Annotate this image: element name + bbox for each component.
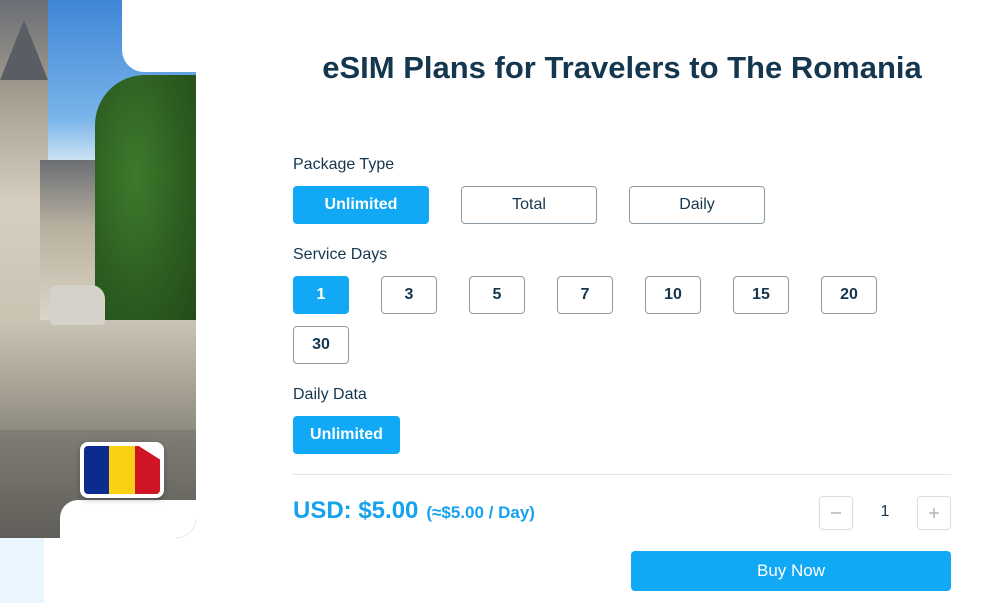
flag-stripe-blue (84, 446, 110, 494)
quantity-increase-button[interactable] (917, 496, 951, 530)
flag-stripe-yellow (109, 446, 135, 494)
flag-stripe-red (134, 446, 160, 494)
days-option-7[interactable]: 7 (557, 276, 613, 314)
days-option-15[interactable]: 15 (733, 276, 789, 314)
days-option-20[interactable]: 20 (821, 276, 877, 314)
quantity-decrease-button[interactable] (819, 496, 853, 530)
package-type-label: Package Type (293, 156, 395, 173)
price-amount: USD: $5.00 (293, 497, 419, 524)
daily-data-option-unlimited[interactable]: Unlimited (293, 416, 400, 454)
flag-stripes (84, 446, 160, 494)
plus-icon (929, 508, 939, 518)
daily-data-label: Daily Data (293, 386, 367, 403)
photo-statue (50, 285, 105, 325)
days-option-1[interactable]: 1 (293, 276, 349, 314)
days-option-10[interactable]: 10 (645, 276, 701, 314)
package-option-daily[interactable]: Daily (629, 186, 765, 224)
minus-icon (831, 512, 841, 514)
photo-trees (95, 75, 196, 325)
service-days-label: Service Days (293, 246, 388, 263)
days-option-30[interactable]: 30 (293, 326, 349, 364)
price-per-day: (≈$5.00 / Day) (426, 503, 535, 522)
buy-now-button[interactable]: Buy Now (631, 551, 951, 591)
divider (293, 474, 951, 475)
photo-notch-bottom (60, 500, 196, 538)
photo-tower-roof (0, 20, 48, 80)
photo-notch-top (122, 0, 196, 72)
days-option-5[interactable]: 5 (469, 276, 525, 314)
photo-wall (0, 320, 196, 430)
price-display: USD: $5.00 (≈$5.00 / Day) (293, 497, 535, 525)
quantity-value[interactable]: 1 (860, 503, 910, 521)
page-title: eSIM Plans for Travelers to The Romania (322, 50, 922, 85)
package-option-total[interactable]: Total (461, 186, 597, 224)
romania-flag-icon (80, 442, 164, 498)
package-option-unlimited[interactable]: Unlimited (293, 186, 429, 224)
days-option-3[interactable]: 3 (381, 276, 437, 314)
